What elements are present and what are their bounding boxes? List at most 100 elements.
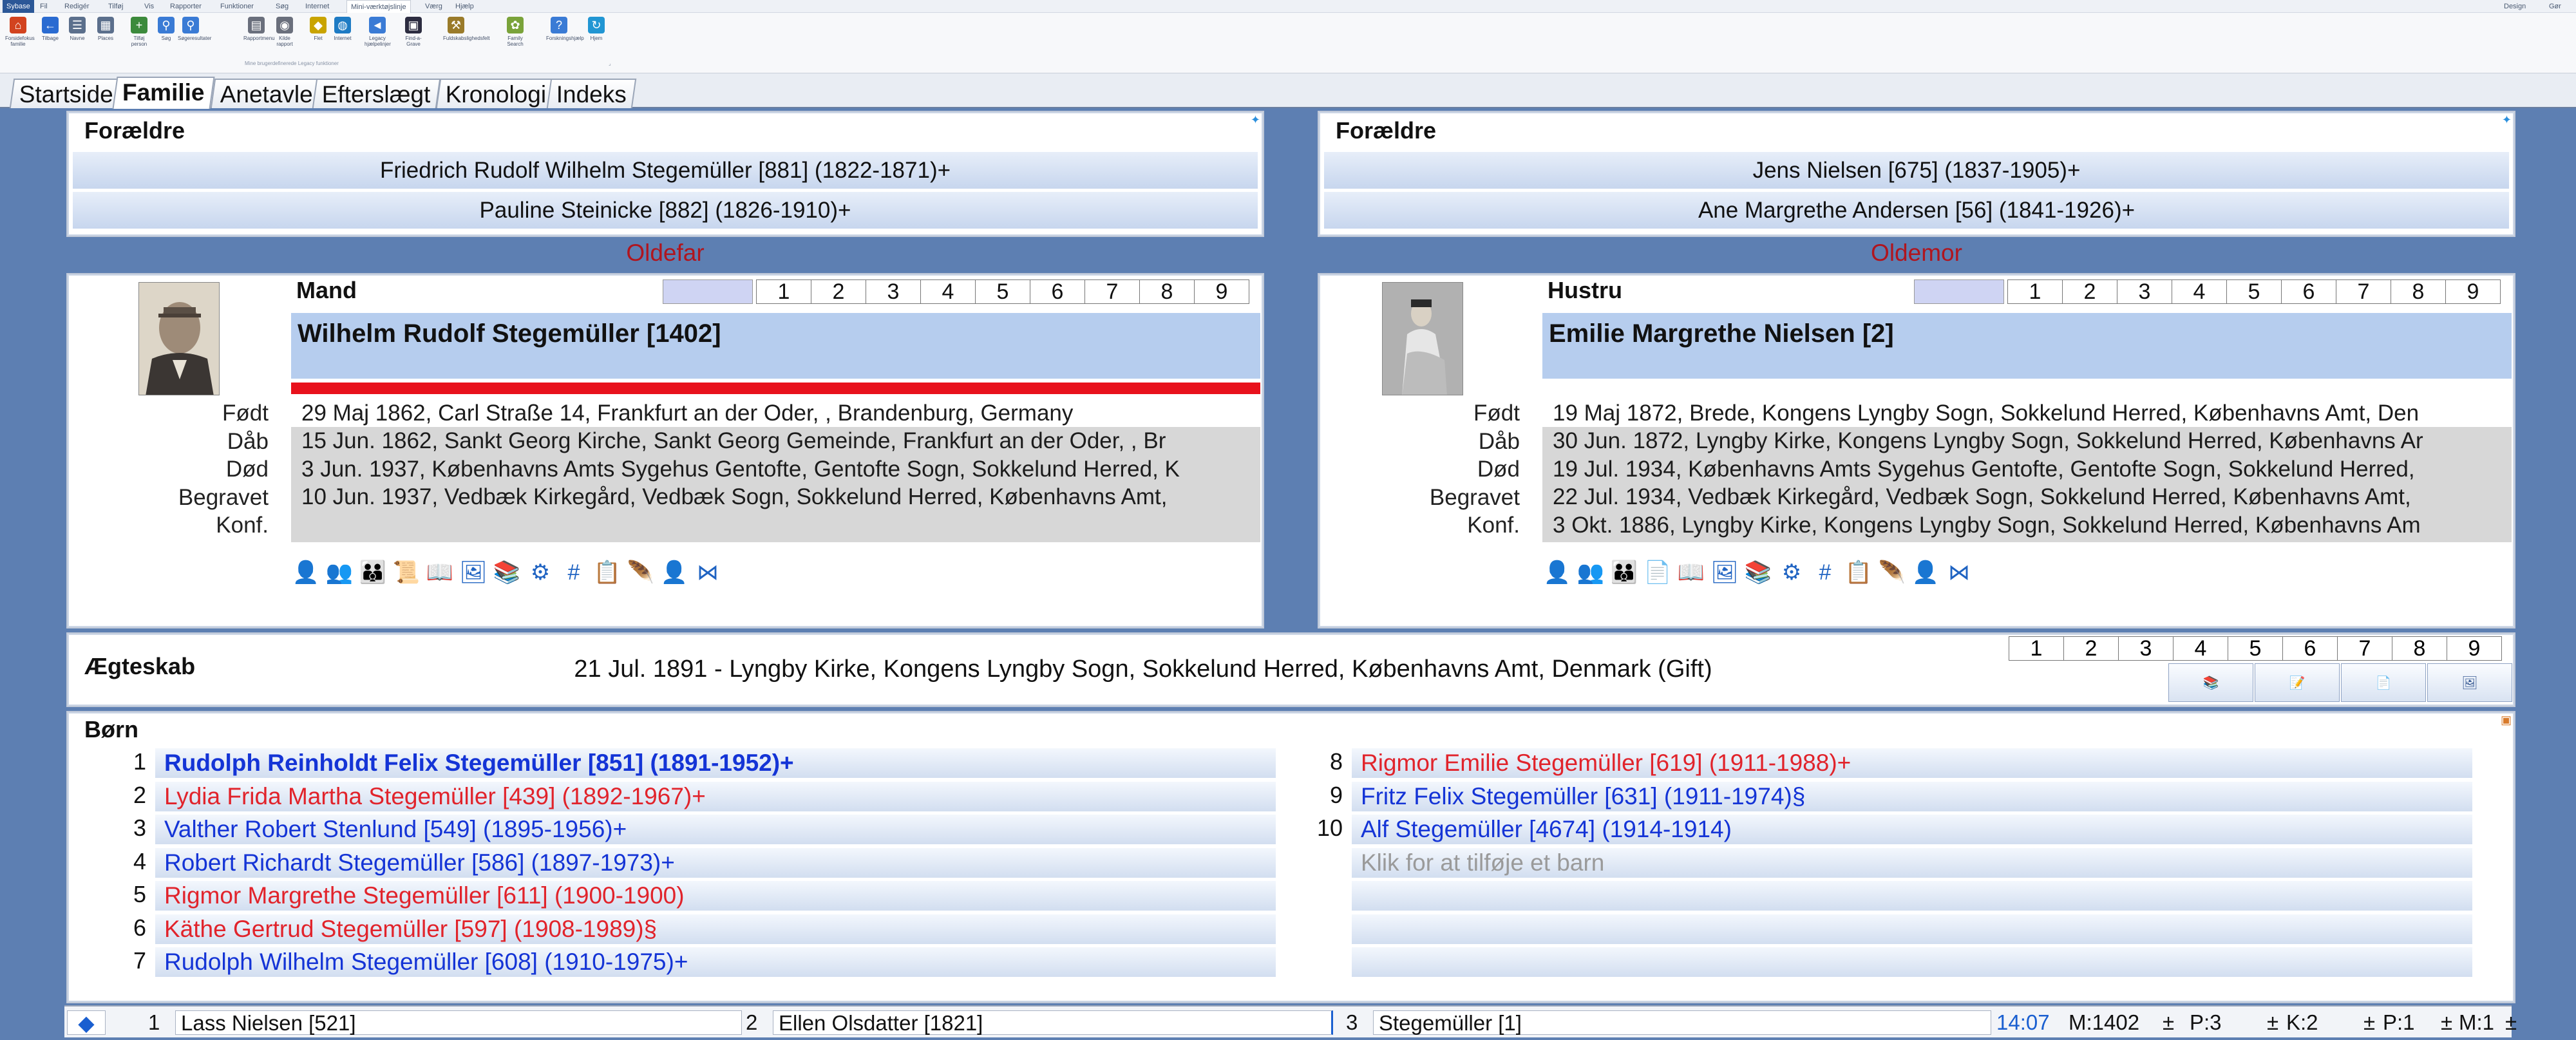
sources-icon[interactable]: 📖 — [1676, 558, 1706, 587]
spouse-number-3[interactable]: 3 — [866, 279, 921, 304]
ribbon-button[interactable]: ▦ Places — [93, 17, 118, 68]
note-feather-icon[interactable]: 🪶 — [1877, 558, 1907, 587]
associations-icon[interactable]: 👤 — [1911, 558, 1940, 587]
wife-photo[interactable] — [1382, 282, 1463, 395]
spouse-number-6[interactable]: 6 — [1030, 279, 1085, 304]
pin-icon[interactable]: ◆ — [67, 1010, 106, 1035]
tab-familie[interactable]: Familie — [112, 77, 215, 109]
marriages-icon[interactable]: 👥 — [1576, 558, 1605, 587]
ribbon-button[interactable]: ⚲ Søgeresultater — [178, 17, 211, 68]
status-spin-icon[interactable]: ± — [2363, 1010, 2375, 1035]
wife-father[interactable]: Jens Nielsen [675] (1837-1905)+ — [1324, 152, 2509, 189]
tab-efterslaegt[interactable]: Efterslægt — [312, 79, 440, 108]
spouse-selector[interactable] — [1914, 279, 2004, 304]
wife-death[interactable]: 19 Jul. 1934, Københavns Amts Sygehus Ge… — [1553, 455, 2415, 484]
spouse-number-5[interactable]: 5 — [2226, 279, 2282, 304]
spouse-number-9[interactable]: 9 — [1194, 279, 1249, 304]
events-icon[interactable]: ⚙ — [1777, 558, 1806, 587]
associations-icon[interactable]: 👤 — [659, 558, 689, 587]
books-icon[interactable]: 📚 — [492, 558, 522, 587]
marriage-number-1[interactable]: 1 — [2009, 636, 2064, 661]
husband-burial[interactable]: 10 Jun. 1937, Vedbæk Kirkegård, Vedbæk S… — [301, 483, 1167, 511]
marriage-number-6[interactable]: 6 — [2282, 636, 2338, 661]
spouse-number-2[interactable]: 2 — [811, 279, 866, 304]
spouse-number-8[interactable]: 8 — [2391, 279, 2446, 304]
husband-death[interactable]: 3 Jun. 1937, Københavns Amts Sygehus Gen… — [301, 455, 1180, 484]
tab-anetavle[interactable]: Anetavle — [210, 79, 323, 108]
marriages-icon[interactable]: 👥 — [325, 558, 354, 587]
sources-icon[interactable]: 📖 — [425, 558, 455, 587]
child-row[interactable]: Rudolph Reinholdt Felix Stegemüller [851… — [155, 748, 1276, 778]
spouse-number-5[interactable]: 5 — [975, 279, 1030, 304]
marriage-number-9[interactable]: 9 — [2447, 636, 2502, 661]
marriage-number-7[interactable]: 7 — [2337, 636, 2392, 661]
ribbon-button[interactable]: + Tilføj person — [126, 17, 152, 68]
husband-photo[interactable] — [138, 282, 220, 395]
status-spin-icon[interactable]: ± — [2505, 1010, 2517, 1035]
menu-item[interactable]: Tilføj — [108, 0, 123, 13]
menu-item[interactable]: Vis — [144, 0, 154, 13]
menu-item[interactable]: Fil — [40, 0, 48, 13]
husband-name[interactable]: Wilhelm Rudolf Stegemüller [1402] — [291, 313, 1260, 379]
menu-item[interactable]: Internet — [305, 0, 329, 13]
spouse-number-3[interactable]: 3 — [2117, 279, 2172, 304]
note-feather-icon[interactable]: 🪶 — [626, 558, 656, 587]
menu-right-item[interactable]: Design — [2504, 0, 2526, 13]
menu-item[interactable]: Redigér — [64, 0, 90, 13]
ribbon-button[interactable]: ▣ Find-a-Grave — [401, 17, 426, 68]
notes-icon[interactable]: 📄 — [1643, 558, 1672, 587]
menu-item[interactable]: Rapporter — [170, 0, 202, 13]
status-spin-icon[interactable]: ± — [2163, 1010, 2174, 1035]
menu-right-item[interactable]: Gør — [2549, 0, 2561, 13]
spouse-number-1[interactable]: 1 — [2007, 279, 2063, 304]
empty-child-row[interactable] — [1352, 881, 2472, 911]
marriage-events-button[interactable]: 📄 — [2341, 663, 2426, 702]
tab-startside[interactable]: Startside — [9, 79, 124, 108]
wife-name[interactable]: Emilie Margrethe Nielsen [2] — [1542, 313, 2512, 379]
slot3-person[interactable]: Stegemüller [1] — [1373, 1010, 1991, 1035]
hashtag-icon[interactable]: # — [1810, 558, 1840, 587]
empty-child-row[interactable] — [1352, 947, 2472, 977]
spouse-number-7[interactable]: 7 — [2336, 279, 2391, 304]
child-row[interactable]: Valther Robert Stenlund [549] (1895-1956… — [155, 815, 1276, 844]
child-row[interactable]: Käthe Gertrud Stegemüller [597] (1908-19… — [155, 914, 1276, 944]
ribbon-button[interactable]: ? Forskningshjælp — [546, 17, 584, 68]
events-icon[interactable]: ⚙ — [526, 558, 555, 587]
parents-icon[interactable]: 👪 — [358, 558, 388, 587]
child-row[interactable]: Lydia Frida Martha Stegemüller [439] (18… — [155, 781, 1276, 811]
menu-item[interactable]: Sybase — [3, 0, 34, 13]
ribbon-button[interactable]: ↻ Hjem — [583, 17, 609, 68]
slot1-person[interactable]: Lass Nielsen [521] — [175, 1010, 742, 1035]
menu-item[interactable]: Funktioner — [220, 0, 254, 13]
marriage-sources-button[interactable]: 📚 — [2168, 663, 2253, 702]
dna-icon[interactable]: ⋈ — [693, 558, 723, 587]
ribbon-button[interactable]: ⚲ Søg — [153, 17, 179, 68]
menu-item[interactable]: Hjælp — [455, 0, 474, 13]
spouse-number-7[interactable]: 7 — [1084, 279, 1140, 304]
todo-icon[interactable]: 📋 — [1844, 558, 1873, 587]
wife-mother[interactable]: Ane Margrethe Andersen [56] (1841-1926)+ — [1324, 192, 2509, 229]
add-parents-icon[interactable]: ✦ — [2502, 113, 2512, 127]
dna-icon[interactable]: ⋈ — [1944, 558, 1974, 587]
child-row[interactable]: Rigmor Margrethe Stegemüller [611] (1900… — [155, 881, 1276, 911]
spouse-selector[interactable] — [663, 279, 753, 304]
ribbon-button[interactable]: ← Tilbage — [37, 17, 63, 68]
wife-baptism[interactable]: 30 Jun. 1872, Lyngby Kirke, Kongens Lyng… — [1553, 427, 2423, 455]
child-row[interactable]: Alf Stegemüller [4674] (1914-1914) — [1352, 815, 2472, 844]
husband-born[interactable]: 29 Maj 1862, Carl Straße 14, Frankfurt a… — [301, 399, 1073, 428]
menu-item[interactable]: Søg — [276, 0, 289, 13]
slot2-person[interactable]: Ellen Olsdatter [1821] — [773, 1010, 1333, 1035]
marriage-number-4[interactable]: 4 — [2173, 636, 2228, 661]
child-row[interactable]: Fritz Felix Stegemüller [631] (1911-1974… — [1352, 781, 2472, 811]
todo-icon[interactable]: 📋 — [592, 558, 622, 587]
hashtag-icon[interactable]: # — [559, 558, 589, 587]
picture-icon[interactable]: 🖼 — [459, 558, 488, 587]
marriage-number-3[interactable]: 3 — [2118, 636, 2174, 661]
marriage-details[interactable]: 21 Jul. 1891 - Lyngby Kirke, Kongens Lyn… — [428, 656, 1858, 683]
ribbon-button[interactable]: ⚒ Fuldskabslighedsfelt — [443, 17, 489, 68]
ribbon-button[interactable]: ⌂ Forsidefokus familie — [5, 17, 35, 68]
status-spin-icon[interactable]: ± — [2267, 1010, 2278, 1035]
individual-info-icon[interactable]: 👤 — [291, 558, 321, 587]
spouse-number-2[interactable]: 2 — [2062, 279, 2117, 304]
wife-born[interactable]: 19 Maj 1872, Brede, Kongens Lyngby Sogn,… — [1553, 399, 2419, 428]
